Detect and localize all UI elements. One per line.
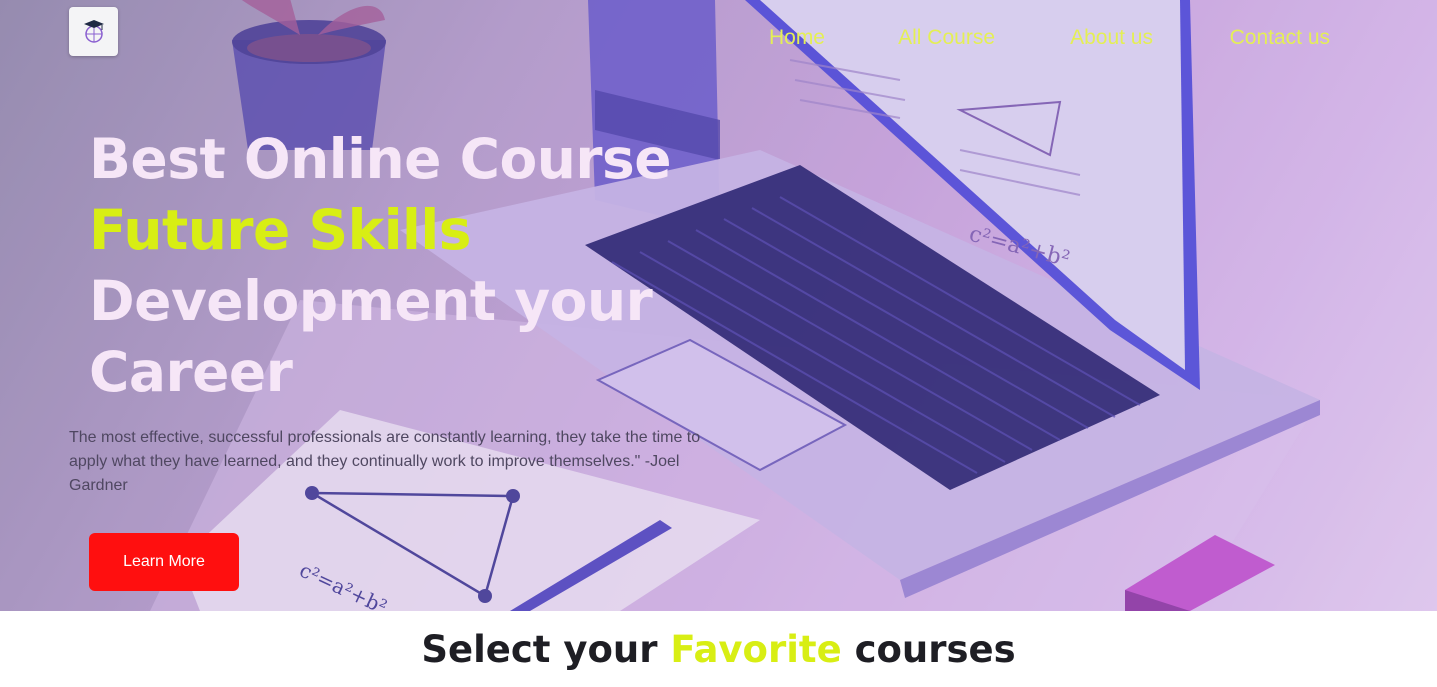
site-logo[interactable] [69, 7, 118, 56]
nav-link-contact-us[interactable]: Contact us [1230, 26, 1330, 50]
courses-title-accent: Favorite [670, 628, 842, 671]
nav-link-home[interactable]: Home [769, 26, 825, 50]
hero-title-accent: Future Skills [89, 198, 472, 262]
learn-more-button[interactable]: Learn More [89, 533, 239, 591]
hero-title-line-4: Career [89, 340, 293, 404]
courses-title-before: Select your [421, 628, 671, 671]
nav-link-about-us[interactable]: About us [1070, 26, 1153, 50]
nav-link-all-course[interactable]: All Course [898, 26, 995, 50]
hero-title-line-3: Development your [89, 269, 653, 333]
hero-title: Best Online Course Future Skills Develop… [89, 124, 709, 408]
hero-title-line-1: Best Online Course [89, 127, 672, 191]
courses-section-title: Select your Favorite courses [0, 628, 1437, 671]
hero-quote: The most effective, successful professio… [69, 429, 701, 494]
courses-title-after: courses [841, 628, 1016, 671]
hero-banner: c²=a²+b² c²=a²+b² Home All Course About … [0, 0, 1437, 611]
graduation-globe-icon [83, 19, 104, 43]
